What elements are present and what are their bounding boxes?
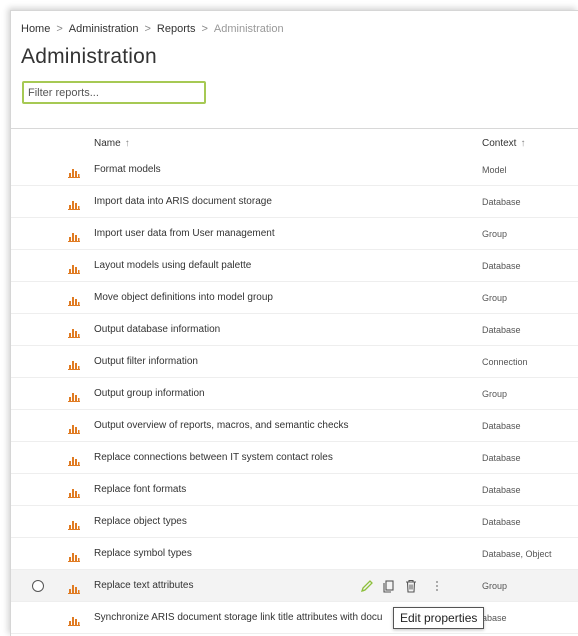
report-context: Group [482, 389, 508, 399]
report-name[interactable]: Replace symbol types [94, 548, 192, 559]
report-icon [68, 165, 80, 178]
report-context: abase [482, 613, 507, 623]
report-context: Database [482, 485, 521, 495]
report-context: Database [482, 261, 521, 271]
report-name[interactable]: Layout models using default palette [94, 260, 251, 271]
breadcrumb-reports[interactable]: Reports [157, 23, 196, 35]
breadcrumb-home[interactable]: Home [21, 23, 50, 35]
breadcrumb-separator: > [201, 23, 208, 35]
report-name[interactable]: Import data into ARIS document storage [94, 196, 272, 207]
report-context: Model [482, 165, 507, 175]
report-context: Database, Object [482, 549, 552, 559]
table-row[interactable]: Import data into ARIS document storage Da… [11, 186, 578, 218]
edit-properties-tooltip: Edit properties [393, 607, 485, 629]
report-name[interactable]: Replace object types [94, 516, 187, 527]
report-name[interactable]: Output overview of reports, macros, and … [94, 420, 349, 431]
report-icon [68, 517, 80, 530]
table-row[interactable]: Synchronize ARIS document storage link t… [11, 602, 578, 634]
report-icon [68, 613, 80, 626]
report-icon [68, 421, 80, 434]
report-context: Group [482, 229, 508, 239]
table-row[interactable]: Output filter information Connection [11, 346, 578, 378]
table-row[interactable]: Import user data from User management Gro… [11, 218, 578, 250]
report-context: Database [482, 325, 521, 335]
report-name[interactable]: Replace font formats [94, 484, 186, 495]
report-name[interactable]: Synchronize ARIS document storage link t… [94, 612, 382, 623]
report-icon [68, 357, 80, 370]
breadcrumb-administration[interactable]: Administration [69, 23, 139, 35]
report-icon [68, 581, 80, 594]
table-row[interactable]: Replace connections between IT system co… [11, 442, 578, 474]
table-row[interactable]: Output group information Group [11, 378, 578, 410]
report-name[interactable]: Import user data from User management [94, 228, 275, 239]
column-header-context[interactable]: Context ↑ [482, 138, 525, 149]
reports-page: Home > Administration > Reports > Admini… [10, 10, 578, 636]
filter-input[interactable] [24, 83, 204, 103]
report-context: Connection [482, 357, 528, 367]
table-row[interactable]: Move object definitions into model group… [11, 282, 578, 314]
table-row[interactable]: Replace text attributes Group [11, 570, 578, 602]
report-context: Group [482, 293, 508, 303]
table-row[interactable]: Replace symbol types Database, Object [11, 538, 578, 570]
report-name[interactable]: Replace text attributes [94, 580, 194, 591]
trash-icon[interactable] [403, 578, 419, 594]
report-icon [68, 229, 80, 242]
breadcrumb: Home > Administration > Reports > Admini… [21, 23, 284, 35]
table-row[interactable]: Layout models using default palette Datab… [11, 250, 578, 282]
breadcrumb-separator: > [144, 23, 151, 35]
report-context: Database [482, 453, 521, 463]
more-icon[interactable] [429, 578, 445, 594]
report-icon [68, 485, 80, 498]
table-row[interactable]: Replace object types Database [11, 506, 578, 538]
table-row[interactable]: Output database information Database [11, 314, 578, 346]
report-name[interactable]: Move object definitions into model group [94, 292, 273, 303]
report-name[interactable]: Output group information [94, 388, 205, 399]
pencil-icon[interactable] [359, 578, 375, 594]
table-row[interactable]: Replace font formats Database [11, 474, 578, 506]
report-name[interactable]: Output filter information [94, 356, 198, 367]
sort-ascending-icon: ↑ [124, 138, 130, 149]
report-context: Database [482, 197, 521, 207]
report-name[interactable]: Replace connections between IT system co… [94, 452, 333, 463]
row-select-radio[interactable] [32, 580, 44, 592]
report-icon [68, 293, 80, 306]
report-name[interactable]: Format models [94, 164, 161, 175]
report-icon [68, 453, 80, 466]
report-context: Database [482, 421, 521, 431]
sort-ascending-icon: ↑ [520, 138, 526, 149]
table-row[interactable]: Format models Model [11, 154, 578, 186]
report-context: Database [482, 517, 521, 527]
breadcrumb-separator: > [56, 23, 63, 35]
report-icon [68, 261, 80, 274]
column-header-name[interactable]: Name ↑ [94, 138, 130, 149]
column-context-label: Context [482, 138, 517, 149]
report-icon [68, 549, 80, 562]
report-icon [68, 325, 80, 338]
report-name[interactable]: Output database information [94, 324, 220, 335]
breadcrumb-current: Administration [213, 23, 284, 35]
page-title: Administration [21, 45, 157, 68]
report-icon [68, 389, 80, 402]
report-icon [68, 197, 80, 210]
column-name-label: Name [94, 138, 121, 149]
table-row[interactable]: Output overview of reports, macros, and … [11, 410, 578, 442]
copy-icon[interactable] [381, 578, 397, 594]
report-context: Group [482, 581, 508, 591]
filter-field[interactable] [22, 81, 206, 104]
report-list: Format models Model Import data into ARIS … [11, 154, 578, 634]
